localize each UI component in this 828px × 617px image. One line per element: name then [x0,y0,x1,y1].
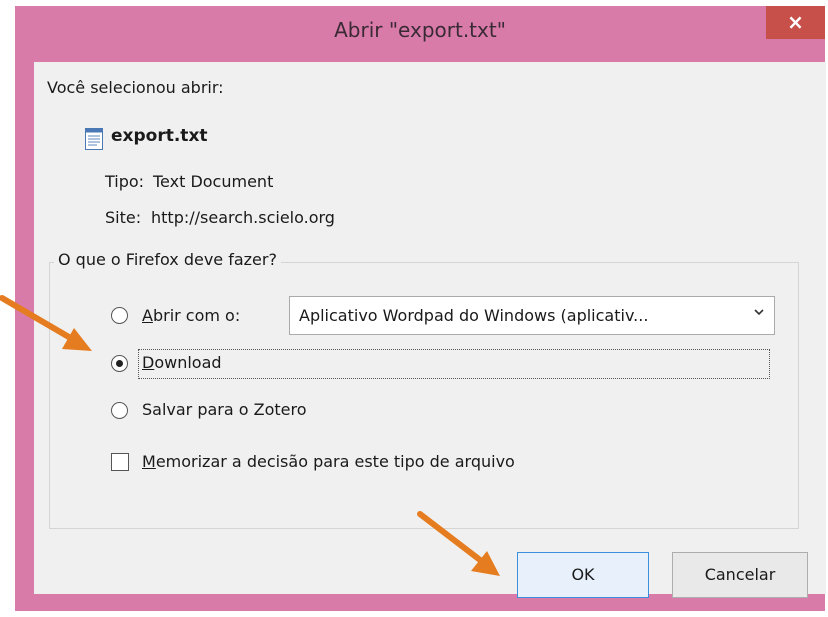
arrow-to-ok-icon [417,511,500,576]
arrow-to-download-icon [0,295,92,351]
annotation-arrows [0,295,500,576]
